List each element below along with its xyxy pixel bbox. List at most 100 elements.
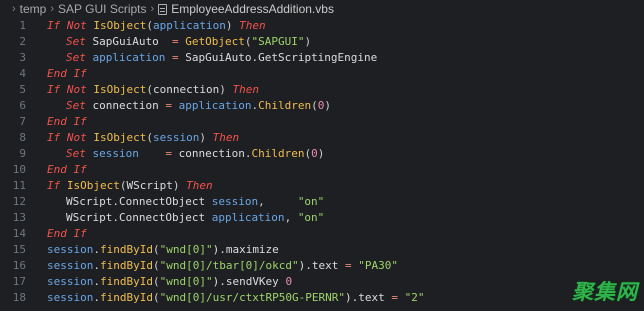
code-text: If Not IsObject(application) Then — [26, 18, 266, 34]
code-token: SapGuiAuto — [92, 35, 172, 48]
code-token: findById — [99, 291, 153, 304]
code-line[interactable]: 4 End If — [0, 66, 644, 82]
code-token: ).maximize — [212, 243, 279, 256]
code-text: session.findById("wnd[0]/usr/ctxtRP50G-P… — [26, 290, 425, 306]
code-line[interactable]: 11 If IsObject(WScript) Then — [0, 178, 644, 194]
code-token: . — [93, 259, 100, 272]
code-token: ( — [152, 259, 160, 272]
code-token: , — [258, 195, 298, 208]
code-text: End If — [26, 114, 87, 130]
code-token: If — [47, 179, 67, 192]
code-token: If — [47, 83, 67, 96]
breadcrumb-item-temp[interactable]: temp — [20, 2, 47, 16]
chevron-right-icon: › — [12, 3, 16, 15]
line-number: 15 — [12, 243, 26, 256]
code-token: session — [47, 243, 94, 256]
code-token: End If — [47, 67, 87, 80]
code-token: End If — [47, 227, 87, 240]
code-text: session.findById("wnd[0]").maximize — [26, 242, 279, 258]
code-line[interactable]: 8 If Not IsObject(session) Then — [0, 130, 644, 146]
code-token: = — [391, 291, 405, 304]
code-line[interactable]: 7 End If — [0, 114, 644, 130]
line-number: 1 — [19, 19, 26, 32]
code-text: End If — [26, 162, 87, 178]
code-token: ) — [219, 83, 233, 96]
code-token: connection. — [178, 147, 252, 160]
code-token: Then — [186, 179, 213, 192]
line-number: 11 — [12, 179, 26, 192]
code-token: ( — [311, 99, 318, 112]
code-token: Set — [66, 51, 93, 64]
code-text: Set SapGuiAuto = GetObject("SAPGUI") — [26, 34, 311, 50]
code-text: WScript.ConnectObject session, "on" — [26, 194, 324, 210]
breadcrumb-file[interactable]: EmployeeAddressAddition.vbs — [158, 2, 334, 16]
chevron-right-icon: › — [150, 3, 155, 15]
code-token: IsObject — [93, 19, 147, 32]
code-token: findById — [99, 259, 153, 272]
code-text: If IsObject(WScript) Then — [26, 178, 213, 194]
code-token: . — [93, 291, 100, 304]
code-token: ( — [152, 275, 160, 288]
code-token: Then — [212, 131, 240, 144]
code-text: End If — [26, 226, 87, 242]
code-token: IsObject — [93, 131, 147, 144]
line-number: 13 — [12, 211, 26, 224]
code-token: Not — [66, 19, 94, 32]
breadcrumb-item-sap-gui-scripts[interactable]: SAP GUI Scripts — [58, 2, 146, 16]
code-line[interactable]: 1 If Not IsObject(application) Then — [0, 18, 644, 34]
code-token: ) — [172, 179, 187, 192]
code-text: session.findById("wnd[0]/tbar[0]/okcd").… — [26, 258, 398, 274]
code-token: IsObject — [66, 179, 120, 192]
code-token: . — [93, 275, 100, 288]
code-line[interactable]: 6 Set connection = application.Children(0… — [0, 98, 644, 114]
code-line[interactable]: 10 End If — [0, 162, 644, 178]
code-token: 0 — [311, 147, 318, 160]
code-token: session — [92, 147, 166, 160]
code-line[interactable]: 15 session.findById("wnd[0]").maximize — [0, 242, 644, 258]
code-line[interactable]: 17 session.findById("wnd[0]").sendVKey 0 — [0, 274, 644, 290]
line-number: 5 — [19, 83, 26, 96]
code-token: "2" — [404, 291, 425, 304]
code-text: session.findById("wnd[0]").sendVKey 0 — [26, 274, 292, 290]
vbs-file-icon — [158, 3, 168, 15]
code-token: End If — [47, 163, 87, 176]
code-token: session — [152, 131, 200, 144]
code-token: If — [47, 19, 67, 32]
code-line[interactable]: 13 WScript.ConnectObject application, "on… — [0, 210, 644, 226]
code-token: WScript.ConnectObject — [66, 195, 212, 208]
code-token: , — [284, 211, 298, 224]
code-line[interactable]: 5 If Not IsObject(connection) Then — [0, 82, 644, 98]
code-token: ( — [146, 83, 153, 96]
line-number: 14 — [12, 227, 26, 240]
code-text: Set session = connection.Children(0) — [26, 146, 324, 162]
code-token: IsObject — [93, 83, 147, 96]
breadcrumb: › temp › SAP GUI Scripts › EmployeeAddre… — [0, 0, 644, 18]
chevron-right-icon: › — [50, 3, 55, 15]
code-token: ( — [152, 291, 160, 304]
code-line[interactable]: 2 Set SapGuiAuto = GetObject("SAPGUI") — [0, 34, 644, 50]
line-number: 3 — [19, 51, 26, 64]
code-token: WScript.ConnectObject — [66, 211, 212, 224]
code-token: session — [47, 291, 94, 304]
code-token: ( — [146, 131, 153, 144]
code-editor[interactable]: 1 If Not IsObject(application) Then 2 Set S… — [0, 18, 644, 306]
code-token: SapGuiAuto.GetScriptingEngine — [185, 51, 378, 64]
code-token: Set — [66, 147, 93, 160]
code-token: WScript — [126, 179, 173, 192]
code-token: session — [211, 195, 259, 208]
code-line[interactable]: 16 session.findById("wnd[0]/tbar[0]/okcd"… — [0, 258, 644, 274]
code-token: ) — [324, 99, 331, 112]
line-number: 2 — [19, 35, 26, 48]
code-line[interactable]: 12 WScript.ConnectObject session, "on" — [0, 194, 644, 210]
code-text: If Not IsObject(connection) Then — [26, 82, 259, 98]
watermark-logo: 聚集网 — [572, 280, 638, 304]
code-token: session — [47, 275, 94, 288]
code-token: application — [178, 99, 252, 112]
code-line[interactable]: 18 session.findById("wnd[0]/usr/ctxtRP50G… — [0, 290, 644, 306]
code-line[interactable]: 14 End If — [0, 226, 644, 242]
code-token: Children — [251, 147, 305, 160]
code-line[interactable]: 9 Set session = connection.Children(0) — [0, 146, 644, 162]
code-token: ) — [225, 19, 240, 32]
code-line[interactable]: 3 Set application = SapGuiAuto.GetScripti… — [0, 50, 644, 66]
code-token: connection — [152, 83, 220, 96]
